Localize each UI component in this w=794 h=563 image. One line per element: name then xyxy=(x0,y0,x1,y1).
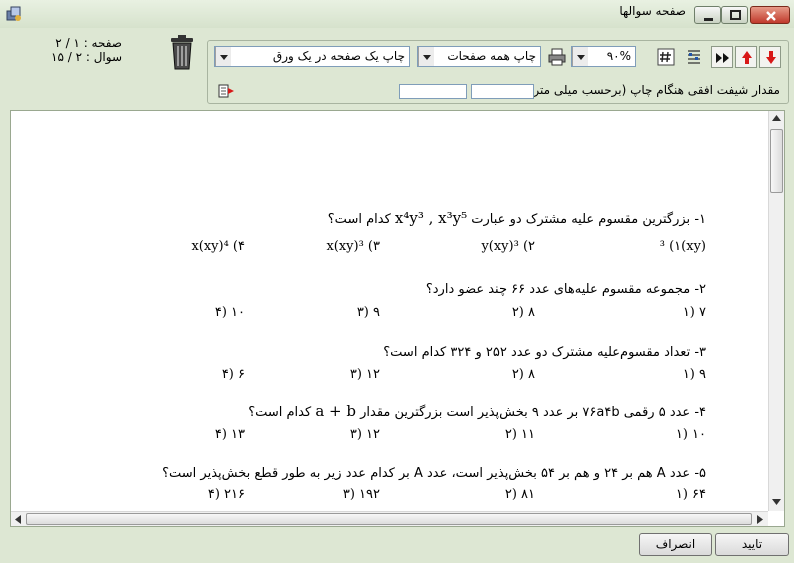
fast-forward-button[interactable] xyxy=(711,46,733,68)
zoom-value: ۹۰% xyxy=(606,49,631,63)
page-counter: صفحه : ۱ / ۲ سوال : ۲ / ۱۵ xyxy=(16,36,122,64)
question-3-option-2: ۸ (۲ xyxy=(511,367,535,382)
minimize-button[interactable] xyxy=(694,6,721,24)
question-4-option-2: ۱۱ (۲ xyxy=(504,427,535,442)
scroll-down-icon[interactable] xyxy=(772,499,781,505)
question-3-option-1: ۹ (۱ xyxy=(682,367,706,382)
question-4-option-3: ۱۲ (۳ xyxy=(349,427,380,442)
chevron-down-icon xyxy=(418,47,434,66)
maximize-button[interactable] xyxy=(721,6,748,24)
question-2-stem: ۲- مجموعه مقسوم علیه‌های عدد ۶۶ چند عضو … xyxy=(425,282,706,297)
print-pages-select[interactable]: چاپ همه صفحات xyxy=(417,46,541,67)
confirm-button[interactable]: تایید xyxy=(715,533,789,556)
cancel-button[interactable]: انصراف xyxy=(639,533,712,556)
question-1-option-3: x(xy)³ (۳ xyxy=(326,239,380,254)
question-1-option-2: y(xy)³ (۲ xyxy=(481,239,535,254)
question-5-option-2: ۸۱ (۲ xyxy=(504,487,535,502)
question-5-stem: ۵- عدد A هم بر ۲۴ و هم بر ۵۴ بخش‌پذیر اس… xyxy=(162,466,706,481)
question-4-math: a + b xyxy=(315,402,356,420)
trash-icon[interactable] xyxy=(166,35,198,71)
question-2-option-2: ۸ (۲ xyxy=(511,305,535,320)
question-5-option-3: ۱۹۲ (۳ xyxy=(342,487,380,502)
vertical-scrollbar[interactable] xyxy=(768,111,784,511)
title-bar: صفحه سوالها xyxy=(0,0,794,28)
question-4-prefix: ۴- عدد ۵ رقمی ۷۶a۴b بر عدد ۹ بخش‌پذیر اس… xyxy=(360,405,706,420)
scroll-right-icon[interactable] xyxy=(757,515,763,524)
shift-label: مقدار شیفت افقی هنگام چاپ (برحسب میلی مت… xyxy=(520,83,780,97)
chevron-down-icon xyxy=(215,47,231,66)
print-pages-value: چاپ همه صفحات xyxy=(447,49,536,63)
question-indicator: سوال : ۲ / ۱۵ xyxy=(51,50,122,64)
question-2-option-4: ۱۰ (۴ xyxy=(214,305,245,320)
horizontal-scrollbar[interactable] xyxy=(11,511,768,526)
question-1-option-1: (xy)³ (۱ xyxy=(659,239,706,254)
minimize-icon xyxy=(704,18,713,21)
scroll-up-icon[interactable] xyxy=(772,115,781,121)
preview-page: ۱- بزرگترین مقسوم علیه مشترک دو عبارت x⁴… xyxy=(19,129,750,509)
questions-preview: ۱- بزرگترین مقسوم علیه مشترک دو عبارت x⁴… xyxy=(10,110,785,527)
close-button[interactable] xyxy=(750,6,790,24)
maximize-icon xyxy=(730,10,741,20)
fast-forward-icon xyxy=(716,53,729,63)
move-up-button[interactable] xyxy=(735,46,757,68)
list-settings-button[interactable] xyxy=(683,46,705,68)
question-3-option-3: ۱۲ (۳ xyxy=(349,367,380,382)
chevron-down-icon xyxy=(572,47,588,66)
hash-icon xyxy=(657,48,675,66)
question-3-stem: ۳- تعداد مقسوم‌علیه مشترک دو عدد ۲۵۲ و ۳… xyxy=(383,345,706,360)
question-2-option-3: ۹ (۳ xyxy=(356,305,380,320)
question-1-suffix: کدام است؟ xyxy=(327,212,391,227)
list-settings-icon xyxy=(688,50,700,64)
question-5-option-1: ۶۴ (۱ xyxy=(675,487,706,502)
question-1-prefix: ۱- بزرگترین مقسوم علیه مشترک دو عبارت xyxy=(471,212,706,227)
scroll-left-icon[interactable] xyxy=(15,515,21,524)
vertical-scroll-thumb[interactable] xyxy=(770,129,783,193)
print-toolbar: ۹۰% چاپ همه صفحات چاپ یک صفحه در یک ورق … xyxy=(207,40,789,104)
close-icon xyxy=(766,11,776,21)
question-2-option-1: ۷ (۱ xyxy=(682,305,706,320)
zoom-select[interactable]: ۹۰% xyxy=(571,46,636,67)
move-down-button[interactable] xyxy=(759,46,781,68)
app-icon xyxy=(6,6,21,21)
question-4-option-1: ۱۰ (۱ xyxy=(675,427,706,442)
question-4-suffix: کدام است؟ xyxy=(248,405,312,420)
print-layout-select[interactable]: چاپ یک صفحه در یک ورق xyxy=(214,46,410,67)
arrow-up-icon xyxy=(742,51,752,64)
top-panel: صفحه : ۱ / ۲ سوال : ۲ / ۱۵ ۹۰% چاپ همه ص… xyxy=(8,30,789,108)
shift-input-left[interactable] xyxy=(399,84,467,99)
print-button[interactable] xyxy=(546,46,568,68)
arrow-down-icon xyxy=(766,51,776,64)
question-4-stem: ۴- عدد ۵ رقمی ۷۶a۴b بر عدد ۹ بخش‌پذیر اس… xyxy=(248,402,706,420)
question-1-stem: ۱- بزرگترین مقسوم علیه مشترک دو عبارت x⁴… xyxy=(328,209,706,227)
printer-icon xyxy=(548,48,566,66)
page-arrow-icon[interactable] xyxy=(218,83,236,99)
numbering-button[interactable] xyxy=(655,46,677,68)
shift-input-right[interactable] xyxy=(471,84,534,99)
question-1-option-4: x(xy)⁴ (۴ xyxy=(191,239,245,254)
print-layout-value: چاپ یک صفحه در یک ورق xyxy=(272,49,405,63)
question-4-option-4: ۱۳ (۴ xyxy=(214,427,245,442)
page-indicator: صفحه : ۱ / ۲ xyxy=(55,36,122,50)
question-3-option-4: ۶ (۴ xyxy=(221,367,245,382)
question-1-math: x⁴y³ , x³y⁵ xyxy=(394,209,468,227)
horizontal-scroll-thumb[interactable] xyxy=(26,513,752,525)
question-5-option-4: ۲۱۶ (۴ xyxy=(207,487,245,502)
window-title: صفحه سوالها xyxy=(619,4,686,18)
